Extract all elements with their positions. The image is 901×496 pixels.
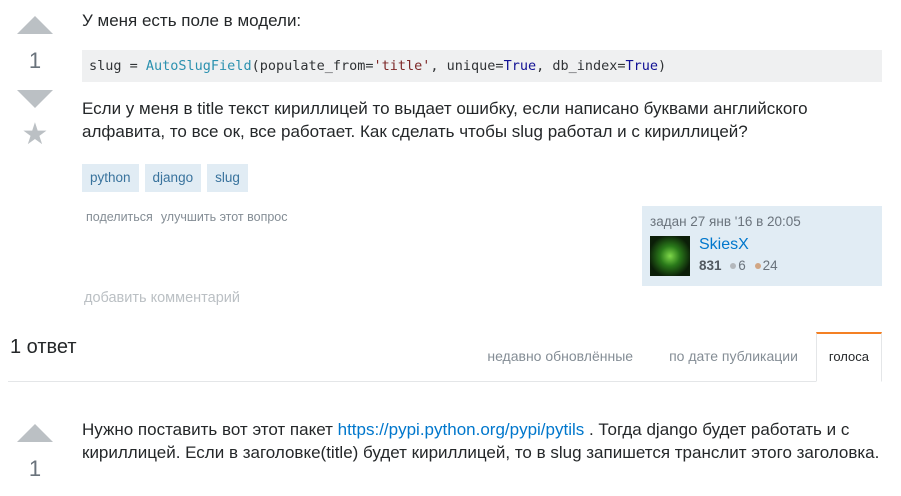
upvote-arrow-icon[interactable] — [17, 16, 53, 34]
asker-card: задан 27 янв '16 в 20:05 SkiesX 831 6 24 — [642, 206, 882, 286]
avatar[interactable] — [650, 236, 690, 276]
tag-slug[interactable]: slug — [207, 164, 248, 192]
improve-question-link[interactable]: улучшить этот вопрос — [161, 210, 288, 224]
question-body: Если у меня в title текст кириллицей то … — [82, 99, 808, 141]
bronze-badge-icon — [754, 262, 761, 269]
answers-count: 1 ответ — [10, 336, 77, 358]
share-link[interactable]: поделиться — [86, 210, 153, 224]
tab-oldest[interactable]: по дате публикации — [651, 332, 816, 381]
answer-votecell: 1 — [0, 424, 70, 483]
user-name-link[interactable]: SkiesX — [699, 236, 749, 254]
tag-django[interactable]: django — [144, 164, 202, 192]
vote-count: 1 — [28, 456, 42, 481]
tab-active[interactable]: недавно обновлённые — [469, 332, 651, 381]
sort-tabs: недавно обновлённые по дате публикации г… — [469, 332, 882, 382]
favorite-star-icon[interactable]: ★ — [0, 120, 70, 150]
reputation-score: 831 — [699, 258, 722, 273]
post-menu: поделиться улучшить этот вопрос — [86, 210, 288, 224]
silver-badge-count: 6 — [738, 258, 746, 273]
asked-timestamp: задан 27 янв '16 в 20:05 — [650, 214, 801, 229]
downvote-arrow-icon[interactable] — [17, 90, 53, 108]
answers-header: 1 ответ недавно обновлённые по дате публ… — [8, 332, 882, 382]
tab-votes[interactable]: голоса — [815, 332, 882, 382]
bronze-badge-count: 24 — [762, 258, 778, 273]
tag-python[interactable]: python — [82, 164, 139, 192]
silver-badge-icon — [730, 262, 737, 269]
user-reputation: 831 6 24 — [699, 258, 778, 273]
upvote-arrow-icon[interactable] — [17, 424, 53, 442]
tag-list: python django slug — [82, 164, 248, 192]
code-block: slug = AutoSlugField(populate_from='titl… — [82, 50, 882, 82]
add-comment-link[interactable]: добавить комментарий — [84, 290, 240, 306]
question-intro: У меня есть поле в модели: — [82, 11, 302, 30]
vote-count: 1 — [28, 48, 42, 73]
answer-body: Нужно поставить вот этот пакет https://p… — [82, 420, 880, 462]
question-votecell: 1 ★ — [0, 16, 70, 150]
pypi-link[interactable]: https://pypi.python.org/pypi/pytils — [338, 420, 585, 439]
